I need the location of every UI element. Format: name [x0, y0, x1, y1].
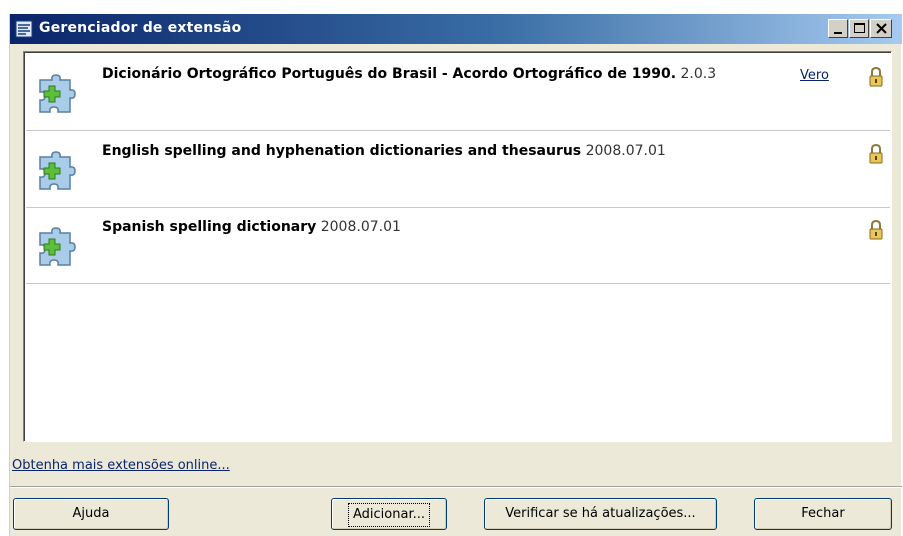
extension-version: 2008.07.01: [320, 219, 401, 235]
extension-list[interactable]: Dicionário Ortográfico Português do Bras…: [23, 51, 892, 442]
extension-row[interactable]: English spelling and hyphenation diction…: [26, 131, 890, 208]
help-button[interactable]: Ajuda: [13, 498, 169, 530]
extension-version: 2.0.3: [680, 66, 717, 82]
puzzle-icon: [39, 151, 76, 190]
extension-version: 2008.07.01: [585, 143, 666, 159]
extension-title: Spanish spelling dictionary 2008.07.01: [102, 219, 401, 235]
lock-icon: [869, 143, 883, 164]
maximize-button[interactable]: [849, 19, 869, 38]
close-icon: [876, 23, 887, 34]
add-button-label: Adicionar...: [348, 503, 430, 527]
add-button[interactable]: Adicionar...: [331, 498, 447, 530]
extension-title: Dicionário Ortográfico Português do Bras…: [102, 66, 716, 82]
extension-row[interactable]: Spanish spelling dictionary 2008.07.01: [26, 207, 890, 284]
extension-name: Dicionário Ortográfico Português do Bras…: [102, 66, 677, 82]
extension-row[interactable]: Dicionário Ortográfico Português do Bras…: [26, 54, 890, 131]
puzzle-icon: [39, 74, 76, 113]
lock-icon: [869, 66, 883, 87]
check-updates-button[interactable]: Verificar se há atualizações...: [484, 498, 717, 530]
close-button-label: Fechar: [801, 506, 845, 521]
check-updates-button-label: Verificar se há atualizações...: [505, 506, 696, 521]
extension-title: English spelling and hyphenation diction…: [102, 143, 666, 159]
close-button[interactable]: Fechar: [754, 498, 892, 530]
window-title: Gerenciador de extensão: [39, 20, 242, 36]
minimize-icon: [834, 32, 842, 34]
app-icon: [15, 20, 33, 38]
extension-manager-window: Gerenciador de extensão Dicionário Ortog…: [9, 14, 902, 536]
minimize-button[interactable]: [828, 19, 848, 38]
maximize-icon: [854, 23, 865, 33]
separator: [10, 486, 902, 488]
more-extensions-link[interactable]: Obtenha mais extensões online...: [12, 458, 230, 473]
close-window-button[interactable]: [870, 19, 892, 38]
help-button-label: Ajuda: [72, 506, 110, 521]
extension-name: English spelling and hyphenation diction…: [102, 143, 582, 159]
title-bar[interactable]: Gerenciador de extensão: [10, 14, 902, 44]
extension-name: Spanish spelling dictionary: [102, 219, 317, 235]
lock-icon: [869, 219, 883, 240]
puzzle-icon: [39, 227, 76, 266]
extension-link[interactable]: Vero: [800, 68, 829, 83]
